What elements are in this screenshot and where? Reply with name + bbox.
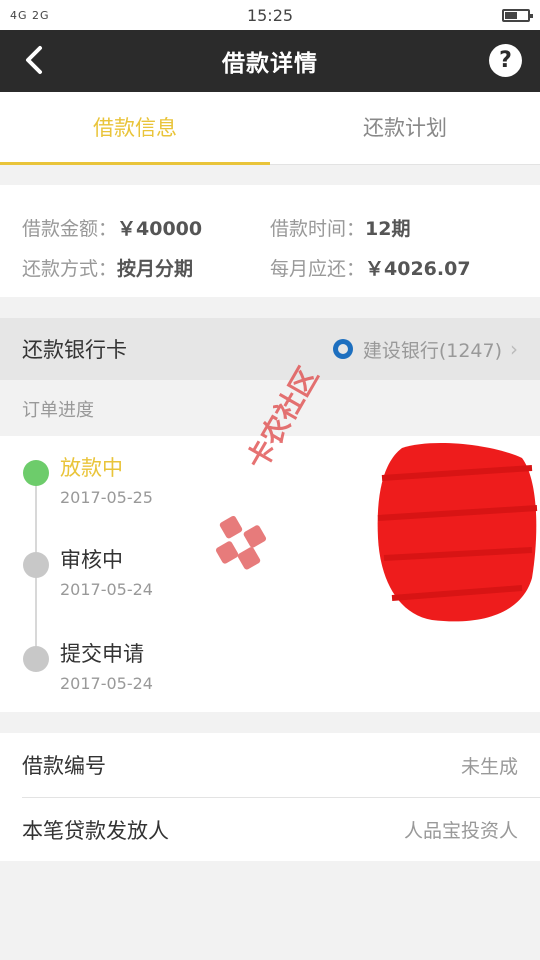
nav-bar: 借款详情 ? [0, 30, 540, 92]
watermark-logo-icon [215, 515, 267, 570]
lender-row: 本笔贷款发放人 人品宝投资人 [22, 797, 540, 861]
monthly-payment: 每月应还：￥4026.07 [270, 254, 518, 281]
order-progress-heading: 订单进度 [22, 400, 94, 421]
step-date: 2017-05-24 [60, 580, 153, 599]
loan-amount-label: 借款金额： [22, 217, 118, 240]
step-status: 提交申请 [60, 642, 144, 666]
back-button[interactable] [16, 42, 52, 78]
tab-repayment-plan[interactable]: 还款计划 [270, 92, 540, 164]
loan-number-label: 借款编号 [22, 754, 106, 778]
loan-amount-value: ￥40000 [117, 217, 203, 240]
ccb-bank-icon [332, 339, 353, 359]
monthly-payment-value: ￥4026.07 [365, 257, 471, 280]
repayment-method-label: 还款方式： [22, 257, 118, 280]
repayment-method: 还款方式：按月分期 [22, 254, 270, 281]
watermark: 卡农社区 [200, 361, 360, 570]
loan-term-label: 借款时间： [270, 217, 366, 240]
loan-amount: 借款金额：￥40000 [22, 214, 270, 241]
repayment-method-value: 按月分期 [117, 257, 194, 280]
step-date: 2017-05-24 [60, 674, 153, 693]
chevron-right-icon: › [510, 337, 518, 361]
loan-number-value: 未生成 [460, 755, 518, 778]
status-bar: 4G 2G 15:25 [0, 0, 540, 30]
tab-loan-info[interactable]: 借款信息 [0, 92, 270, 165]
loan-info-card: 借款金额：￥40000 借款时间：12期 还款方式：按月分期 每月应还：￥402… [0, 185, 540, 297]
loan-detail-list: 借款编号 未生成 本笔贷款发放人 人品宝投资人 [0, 733, 540, 861]
timeline-step: 提交申请 2017-05-24 [0, 622, 540, 693]
step-date: 2017-05-25 [60, 488, 153, 507]
loan-term-value: 12期 [365, 217, 411, 240]
bank-card-value: 建设银行(1247) [362, 339, 502, 362]
clock: 15:25 [246, 5, 294, 25]
loan-term: 借款时间：12期 [270, 214, 518, 241]
lender-value: 人品宝投资人 [403, 820, 518, 842]
redaction-scribble [377, 443, 538, 622]
back-arrow-icon [26, 46, 42, 74]
step-status: 审核中 [60, 548, 123, 572]
step-dot-icon [23, 552, 49, 578]
step-dot-icon [23, 646, 49, 672]
page-title: 借款详情 [222, 51, 318, 77]
monthly-payment-label: 每月应还： [270, 257, 366, 280]
help-button[interactable]: ? [489, 44, 522, 77]
lender-label: 本笔贷款发放人 [22, 818, 169, 843]
step-active-dot-icon [23, 460, 49, 486]
step-status: 放款中 [60, 456, 123, 480]
battery-icon [502, 8, 533, 22]
tab-bar: 借款信息 还款计划 [0, 92, 540, 165]
bank-card-label: 还款银行卡 [22, 338, 127, 362]
repayment-bank-card-row[interactable]: 还款银行卡 建设银行(1247) › [0, 318, 540, 380]
loan-number-row: 借款编号 未生成 [0, 733, 540, 797]
